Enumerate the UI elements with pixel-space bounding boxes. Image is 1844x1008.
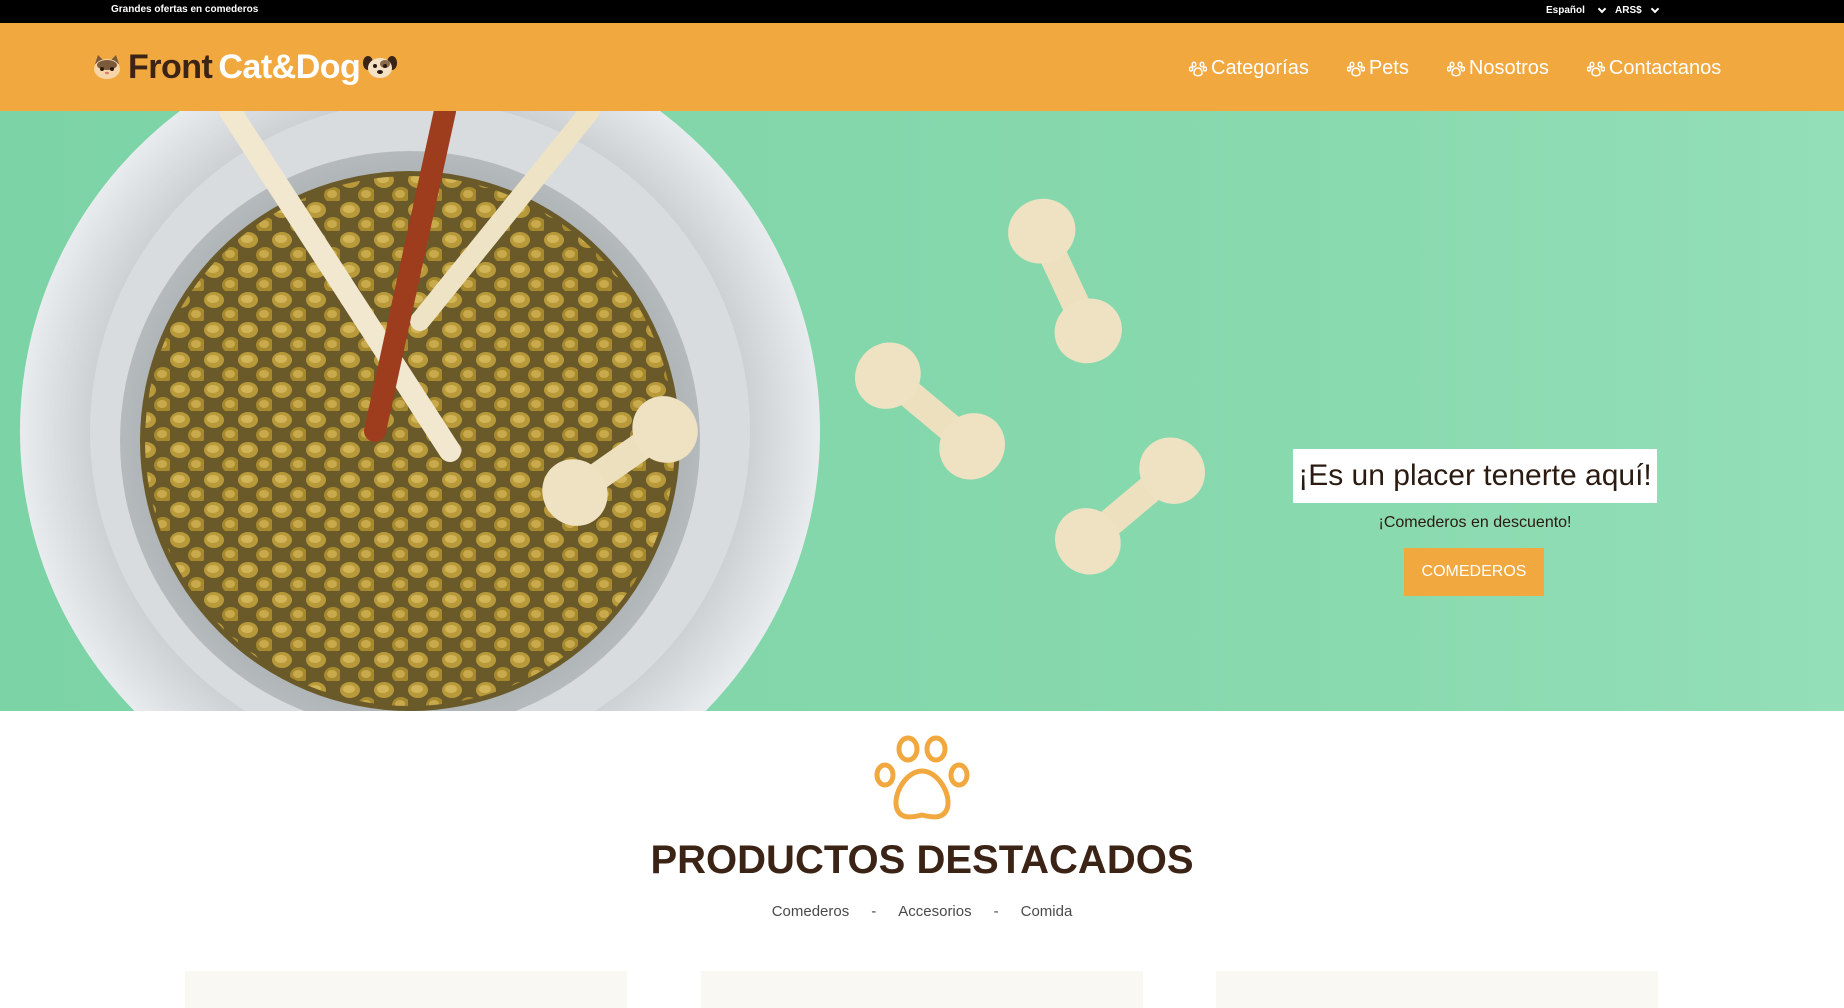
featured-filters: Comederos - Accesorios - Comida	[0, 903, 1844, 920]
nav-item-categorias[interactable]: Categorías	[1189, 57, 1309, 80]
language-value: Español	[1546, 5, 1585, 16]
filter-separator: -	[993, 903, 999, 920]
main-header: Front Cat&Dog Categorías Pets Nosotros C…	[0, 23, 1844, 111]
product-card[interactable]	[701, 971, 1143, 1008]
dog-face-icon	[363, 56, 398, 78]
nav-item-contactanos[interactable]: Contactanos	[1586, 57, 1722, 80]
chevron-down-icon	[1597, 4, 1607, 13]
hero-image	[20, 111, 1205, 711]
filter-comida[interactable]: Comida	[1021, 903, 1073, 920]
paw-icon	[1346, 60, 1365, 76]
promo-text: Grandes ofertas en comederos	[111, 4, 259, 15]
nav-label: Categorías	[1211, 57, 1309, 79]
hero-banner: ¡Es un placer tenerte aquí! ¡Comederos e…	[0, 111, 1844, 711]
featured-title: PRODUCTOS DESTACADOS	[650, 838, 1194, 882]
hero-cta-button[interactable]: COMEDEROS	[1404, 548, 1544, 596]
brand-logo[interactable]: Front Cat&Dog	[92, 47, 398, 87]
paw-icon	[874, 735, 970, 820]
filter-accesorios[interactable]: Accesorios	[898, 903, 971, 920]
currency-value: ARS$	[1615, 5, 1642, 16]
filter-separator: -	[871, 903, 877, 920]
top-bar: Grandes ofertas en comederos Español ARS…	[0, 0, 1844, 23]
main-nav: Categorías Pets Nosotros Contactanos	[1189, 57, 1721, 80]
chevron-down-icon	[1650, 4, 1659, 13]
hero-title: ¡Es un placer tenerte aquí!	[1293, 449, 1657, 503]
cat-face-icon	[94, 55, 120, 79]
language-select[interactable]: Español	[1546, 4, 1607, 16]
nav-item-pets[interactable]: Pets	[1346, 57, 1409, 80]
paw-icon	[1189, 60, 1207, 76]
nav-label: Nosotros	[1468, 57, 1549, 79]
brand-name-part2: Cat&Dog	[218, 47, 361, 86]
nav-label: Pets	[1368, 57, 1409, 79]
currency-select[interactable]: ARS$	[1615, 4, 1659, 16]
hero-subtitle: ¡Comederos en descuento!	[1378, 514, 1572, 531]
brand-name-part1: Front	[128, 47, 213, 86]
nav-item-nosotros[interactable]: Nosotros	[1446, 57, 1549, 80]
nav-label: Contactanos	[1608, 57, 1722, 79]
product-card[interactable]	[185, 971, 627, 1008]
product-card[interactable]	[1216, 971, 1658, 1008]
paw-icon	[1446, 60, 1465, 76]
filter-comederos[interactable]: Comederos	[772, 903, 850, 920]
paw-icon	[1586, 60, 1605, 76]
